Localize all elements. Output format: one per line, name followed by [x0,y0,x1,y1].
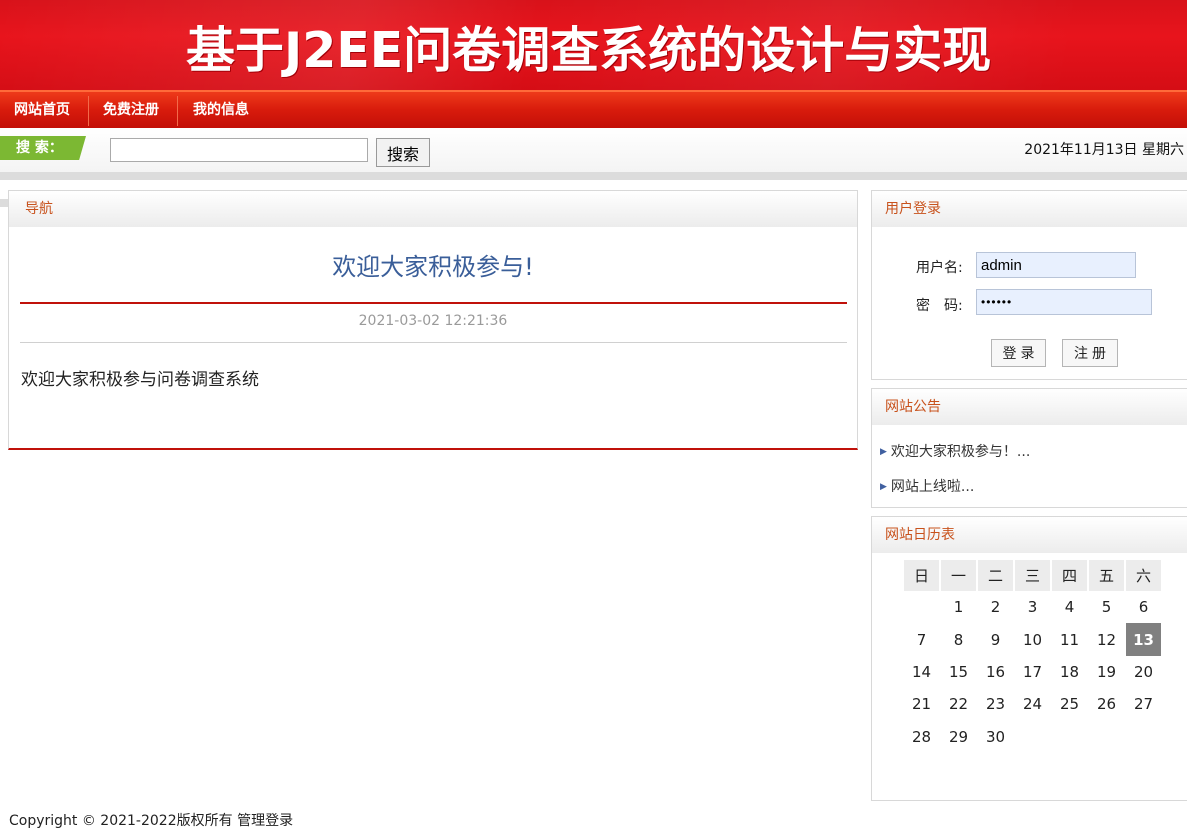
calendar-day-today[interactable]: 13 [1126,623,1161,656]
notice-panel-header: 网站公告 [872,389,1187,425]
calendar-day[interactable]: 11 [1052,623,1087,655]
site-banner: 基于J2EE问卷调查系统的设计与实现 [0,0,1187,90]
calendar-day[interactable]: 23 [978,688,1013,720]
calendar-day[interactable]: 10 [1015,623,1050,655]
calendar-day[interactable]: 25 [1052,688,1087,720]
search-button[interactable]: 搜索 [376,138,430,167]
login-panel: 用户登录 用户名: 密 码: 登录 注册 [871,190,1187,380]
calendar-day[interactable]: 26 [1089,688,1124,720]
calendar-day[interactable]: 4 [1052,591,1087,623]
calendar-day[interactable]: 2 [978,591,1013,623]
article-body: 欢迎大家积极参与问卷调查系统 [21,370,259,390]
calendar-day[interactable]: 18 [1052,656,1087,688]
time-divider [20,342,847,343]
calendar-day[interactable]: 27 [1126,688,1161,720]
header-divider [0,172,1187,180]
calendar-day[interactable]: 12 [1089,623,1124,655]
calendar-day[interactable]: 16 [978,656,1013,688]
calendar-day[interactable]: 19 [1089,656,1124,688]
calendar-day[interactable]: 15 [941,656,976,688]
copyright-text: Copyright © 2021-2022版权所有 [9,813,233,829]
username-label: 用户名: [916,260,963,276]
nav-separator [177,96,178,126]
notice-item[interactable]: ▶ 欢迎大家积极参与！... [880,441,1030,461]
nav-register[interactable]: 免费注册 [89,92,173,128]
calendar-week-row: 7 8 9 10 11 12 13 [904,623,1161,656]
notice-panel: 网站公告 ▶ 欢迎大家积极参与！... ▶ 网站上线啦... [871,388,1187,508]
nav-home[interactable]: 网站首页 [0,92,84,128]
calendar-day[interactable]: 5 [1089,591,1124,623]
calendar-day[interactable]: 22 [941,688,976,720]
calendar-week-row: 123456 [904,591,1161,623]
calendar-day[interactable]: 7 [904,623,939,655]
calendar-empty-cell [1015,721,1050,753]
calendar-day[interactable]: 6 [1126,591,1161,623]
calendar-weekday-header: 四 [1052,560,1087,591]
calendar-day[interactable]: 17 [1015,656,1050,688]
title-divider [20,302,847,304]
page-footer: Copyright © 2021-2022版权所有 管理登录 [9,810,293,830]
calendar-day[interactable]: 30 [978,721,1013,753]
calendar-weekday-header: 一 [941,560,976,591]
calendar-table: 日一二三四五六 1 2 3 4 5 6 7 8 9 10 11 12 13 14 15 16 17 18 19 20 2… [902,560,1163,753]
username-field[interactable] [976,252,1136,278]
notice-item-label: 网站上线啦... [890,479,975,495]
notice-item-label: 欢迎大家积极参与！... [890,444,1031,460]
calendar-day[interactable]: 14 [904,656,939,688]
calendar-panel: 网站日历表 日一二三四五六 1 2 3 4 5 6 7 8 9 10 11 12 13 14 15 16 17 1… [871,516,1187,801]
calendar-weekday-header: 日 [904,560,939,591]
calendar-weekday-header: 六 [1126,560,1161,591]
calendar-week-row: 28 29 30 [904,721,1161,753]
current-date: 2021年11月13日 星期六 [1024,142,1184,158]
search-bar: 搜 索： 搜索 2021年11月13日 星期六 [0,128,1187,172]
article-timestamp: 2021-03-02 12:21:36 [358,313,508,329]
calendar-empty-cell [1126,721,1161,753]
register-button[interactable]: 注册 [1062,339,1118,367]
calendar-day[interactable]: 1 [941,591,976,623]
main-panel-header: 导航 [9,191,857,227]
bullet-arrow-icon: ▶ [880,447,887,457]
calendar-day[interactable]: 29 [941,721,976,753]
calendar-body: 1 2 3 4 5 6 7 8 9 10 11 12 13 14 15 16 17 18 19 20 21 22 23 24 2… [904,591,1161,753]
password-field[interactable] [976,289,1152,315]
main-content-panel: 导航 欢迎大家积极参与! 2021-03-02 12:21:36 欢迎大家积极参… [0,190,858,450]
login-panel-header: 用户登录 [872,191,1187,227]
bullet-arrow-icon: ▶ [880,482,887,492]
calendar-day[interactable]: 20 [1126,656,1161,688]
calendar-panel-header: 网站日历表 [872,517,1187,553]
calendar-weekday-header: 三 [1015,560,1050,591]
calendar-weekday-row: 日一二三四五六 [904,560,1161,591]
article-title: 欢迎大家积极参与! [332,253,534,281]
calendar-day[interactable]: 21 [904,688,939,720]
password-label: 密 码: [916,298,963,314]
calendar-empty-cell [1052,721,1087,753]
calendar-day[interactable]: 8 [941,623,976,655]
calendar-weekday-header: 二 [978,560,1013,591]
calendar-day[interactable]: 28 [904,721,939,753]
calendar-week-row: 21 22 23 24 25 26 27 [904,688,1161,720]
search-input[interactable] [110,138,368,162]
calendar-day[interactable]: 3 [1015,591,1050,623]
calendar-day[interactable]: 24 [1015,688,1050,720]
main-nav: 网站首页 免费注册 我的信息 [0,90,1187,128]
nav-my-info[interactable]: 我的信息 [179,92,263,128]
notice-item[interactable]: ▶ 网站上线啦... [880,476,974,496]
calendar-day[interactable]: 9 [978,623,1013,655]
login-button[interactable]: 登录 [991,339,1046,367]
site-title: 基于J2EE问卷调查系统的设计与实现 [186,22,992,79]
calendar-empty-cell [1089,721,1124,753]
admin-login-link[interactable]: 管理登录 [237,813,293,829]
calendar-weekday-header: 五 [1089,560,1124,591]
search-tag-label: 搜 索： [0,136,86,160]
calendar-empty-cell [904,591,939,623]
calendar-week-row: 14 15 16 17 18 19 20 [904,656,1161,688]
